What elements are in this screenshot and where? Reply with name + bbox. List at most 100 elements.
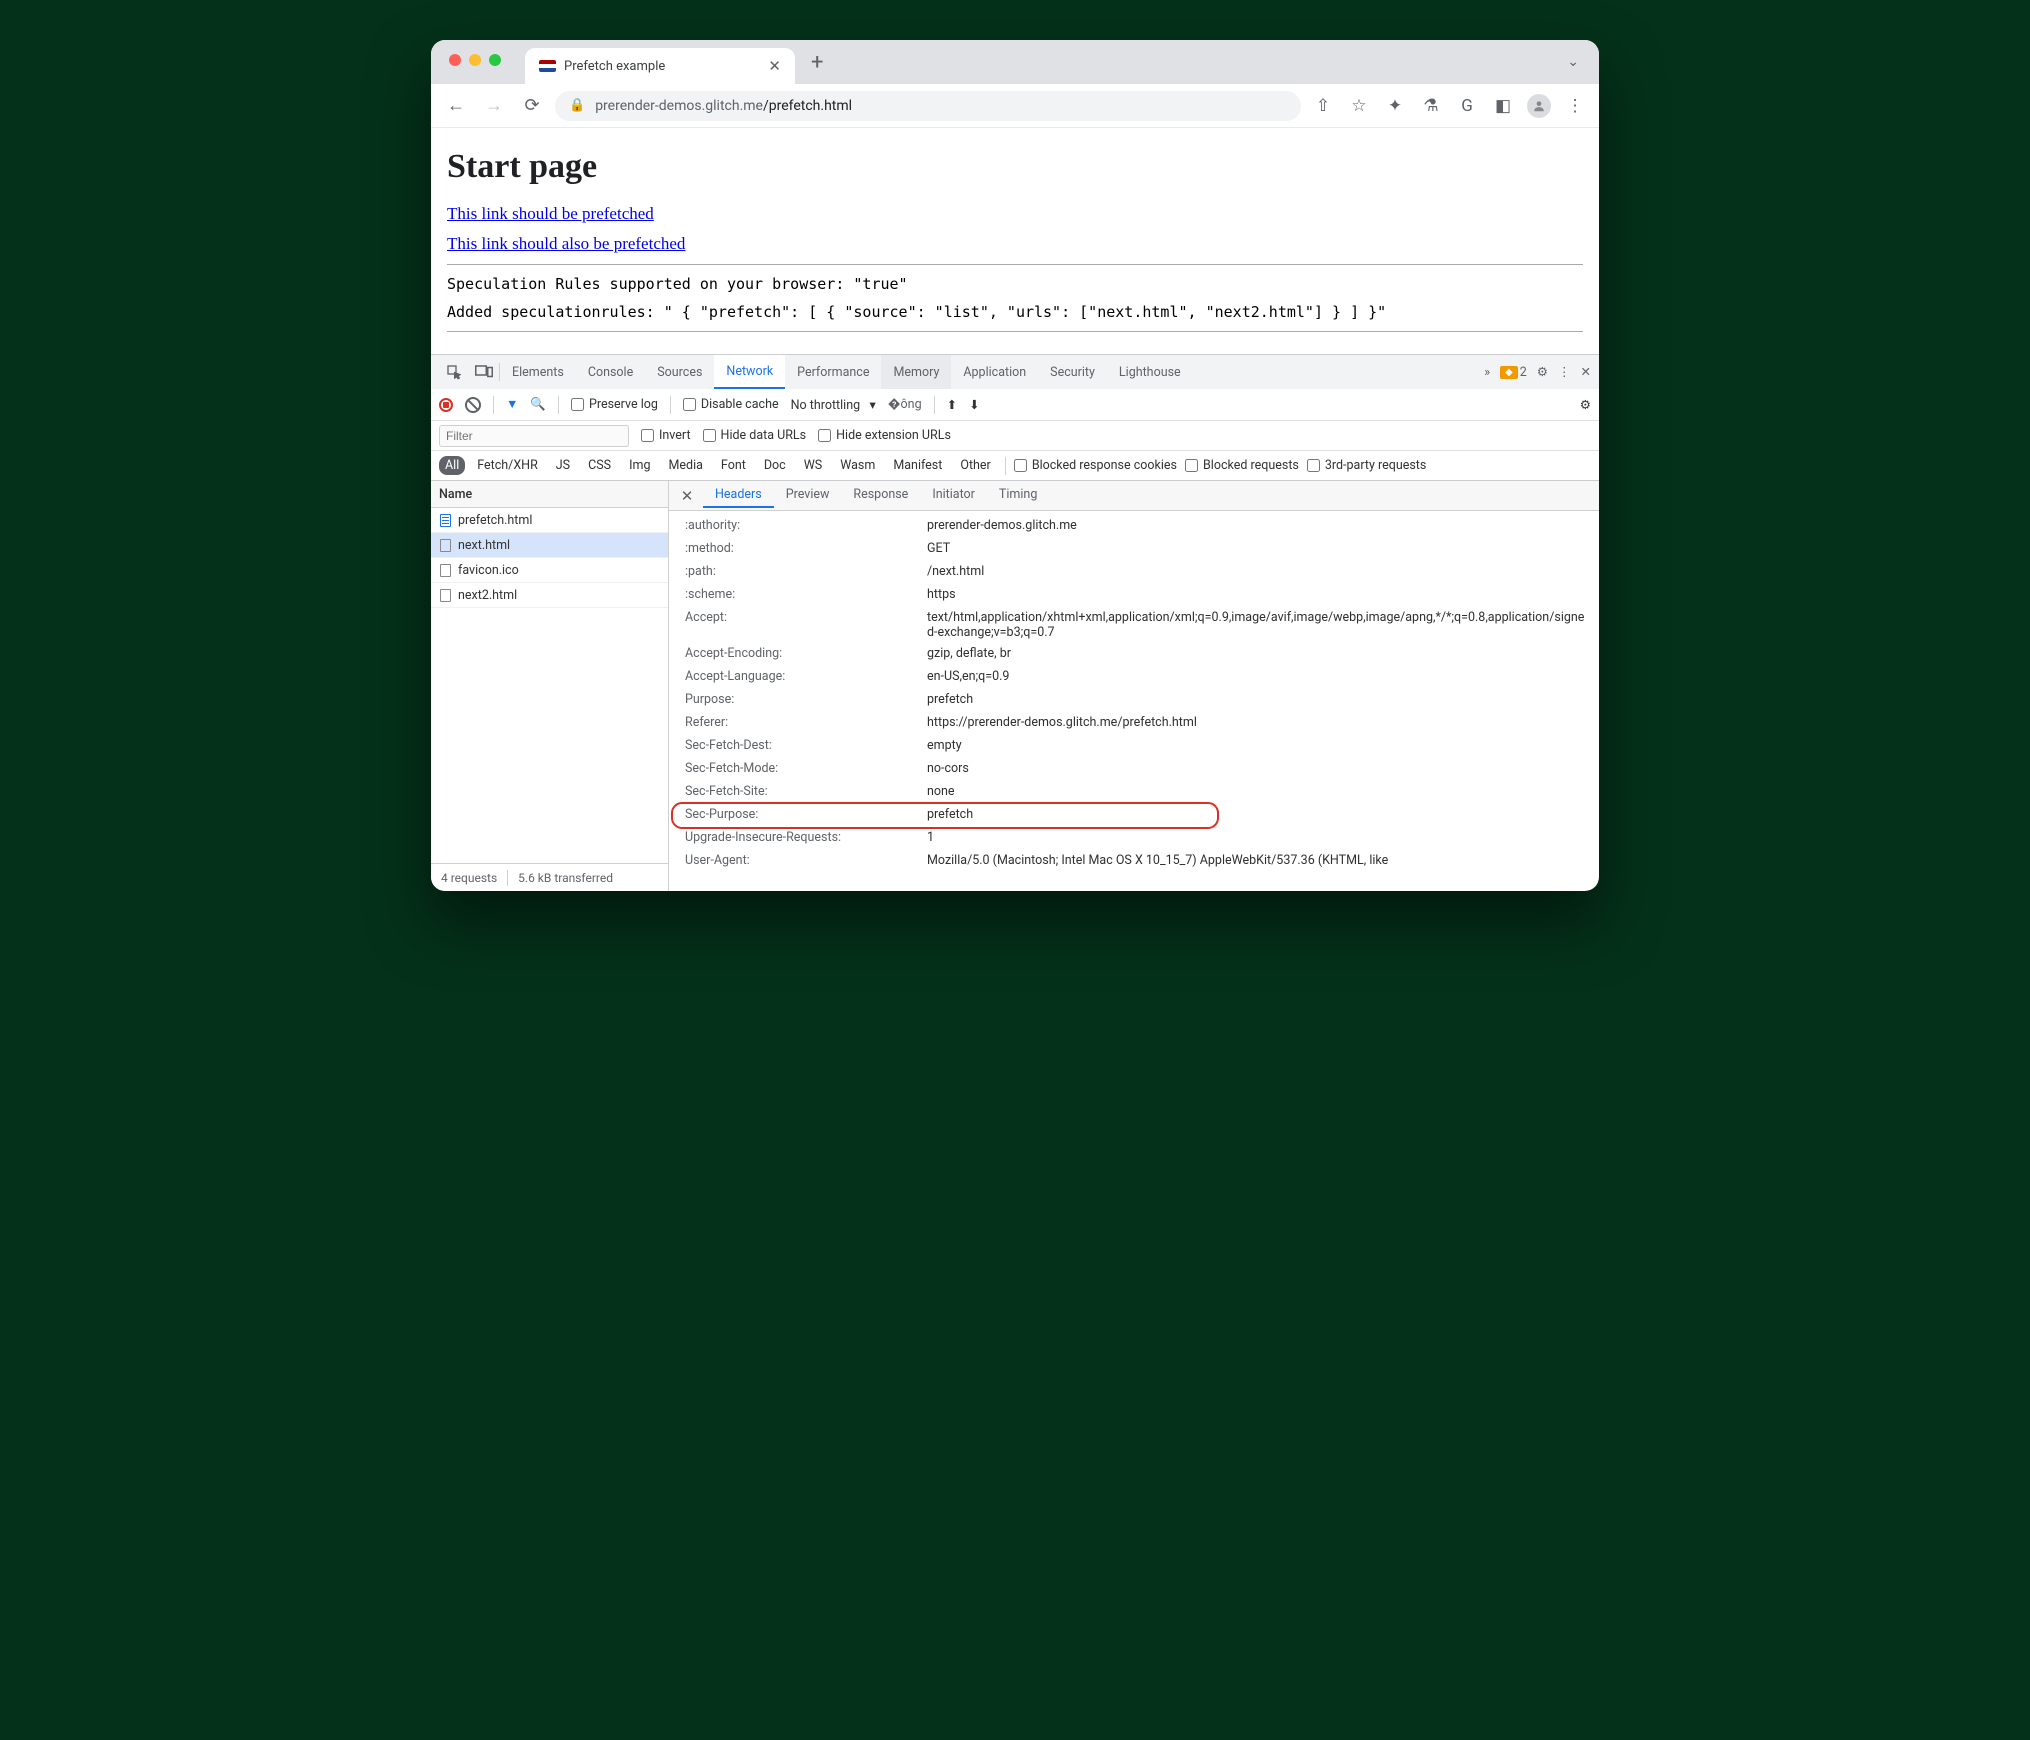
import-har-icon[interactable]: ⬆ <box>947 397 957 413</box>
minimize-window-icon[interactable] <box>469 54 481 66</box>
devtools-tab-sources[interactable]: Sources <box>645 355 714 389</box>
type-filter-media[interactable]: Media <box>662 456 708 475</box>
hide-data-urls-checkbox[interactable]: Hide data URLs <box>703 428 807 443</box>
search-icon[interactable]: 🔍 <box>530 397 546 412</box>
type-filter-fetch-xhr[interactable]: Fetch/XHR <box>471 456 544 475</box>
filter-icon[interactable]: ▼ <box>506 397 518 412</box>
header-row: Upgrade-Insecure-Requests:1 <box>669 827 1599 850</box>
lock-icon: 🔒 <box>569 98 585 113</box>
devtools-menu-icon[interactable]: ⋮ <box>1558 364 1571 380</box>
prefetch-link-1[interactable]: This link should be prefetched <box>447 204 654 223</box>
export-har-icon[interactable]: ⬇ <box>969 397 979 413</box>
header-row: Referer:https://prerender-demos.glitch.m… <box>669 712 1599 735</box>
settings-icon[interactable]: ⚙ <box>1537 364 1548 380</box>
header-row: Accept-Encoding:gzip, deflate, br <box>669 643 1599 666</box>
header-row: :path:/next.html <box>669 561 1599 584</box>
prefetch-link-2[interactable]: This link should also be prefetched <box>447 234 685 253</box>
detail-tab-headers[interactable]: Headers <box>703 483 774 508</box>
devtools-tab-performance[interactable]: Performance <box>785 355 881 389</box>
reload-button[interactable]: ⟳ <box>517 95 547 116</box>
extensions-icon[interactable]: ✦ <box>1381 96 1409 116</box>
google-icon[interactable]: G <box>1453 96 1481 116</box>
hide-extension-urls-checkbox[interactable]: Hide extension URLs <box>818 428 951 443</box>
detail-tab-preview[interactable]: Preview <box>774 483 842 508</box>
type-filter-css[interactable]: CSS <box>582 456 617 475</box>
request-list: Name prefetch.htmlnext.htmlfavicon.icone… <box>431 481 669 891</box>
type-filter-manifest[interactable]: Manifest <box>887 456 948 475</box>
devtools-tab-memory[interactable]: Memory <box>881 355 951 389</box>
devtools-tab-application[interactable]: Application <box>951 355 1038 389</box>
type-filter-doc[interactable]: Doc <box>758 456 792 475</box>
disable-cache-checkbox[interactable]: Disable cache <box>683 397 779 412</box>
type-filter-ws[interactable]: WS <box>798 456 829 475</box>
address-bar[interactable]: 🔒 prerender-demos.glitch.me/prefetch.htm… <box>555 91 1301 121</box>
type-filter-all[interactable]: All <box>439 456 465 475</box>
filter-row: Invert Hide data URLs Hide extension URL… <box>431 421 1599 451</box>
more-tabs-icon[interactable]: » <box>1484 365 1490 380</box>
throttling-select[interactable]: No throttling ▾ <box>791 397 876 413</box>
page-heading: Start page <box>447 148 1583 186</box>
request-row[interactable]: favicon.ico <box>431 558 668 583</box>
forward-button[interactable]: → <box>479 95 509 116</box>
type-filter-img[interactable]: Img <box>623 456 656 475</box>
type-filter-other[interactable]: Other <box>954 456 996 475</box>
browser-tab[interactable]: Prefetch example ✕ <box>525 48 795 84</box>
record-button[interactable] <box>439 398 453 412</box>
back-button[interactable]: ← <box>441 95 471 116</box>
type-filter-js[interactable]: JS <box>550 456 576 475</box>
devtools-panel: ElementsConsoleSourcesNetworkPerformance… <box>431 354 1599 891</box>
detail-tab-timing[interactable]: Timing <box>987 483 1049 508</box>
warning-badge[interactable]: ◆ <box>1500 366 1518 379</box>
detail-tab-response[interactable]: Response <box>841 483 920 508</box>
network-settings-icon[interactable]: ⚙ <box>1580 397 1591 413</box>
blocked-cookies-checkbox[interactable]: Blocked response cookies <box>1014 458 1177 473</box>
tabs-dropdown-icon[interactable]: ⌄ <box>1547 54 1599 70</box>
header-row: :authority:prerender-demos.glitch.me <box>669 515 1599 538</box>
close-window-icon[interactable] <box>449 54 461 66</box>
share-icon[interactable]: ⇧ <box>1309 96 1337 116</box>
close-detail-icon[interactable]: ✕ <box>675 487 699 505</box>
type-filter-font[interactable]: Font <box>715 456 752 475</box>
inspect-icon[interactable] <box>439 364 469 380</box>
maximize-window-icon[interactable] <box>489 54 501 66</box>
network-split-view: Name prefetch.htmlnext.htmlfavicon.icone… <box>431 481 1599 891</box>
devtools-tab-console[interactable]: Console <box>576 355 645 389</box>
new-tab-button[interactable]: + <box>795 50 839 75</box>
bookmark-icon[interactable]: ☆ <box>1345 96 1373 116</box>
header-row: Accept:text/html,application/xhtml+xml,a… <box>669 607 1599 643</box>
devtools-tab-elements[interactable]: Elements <box>500 355 576 389</box>
devtools-tab-lighthouse[interactable]: Lighthouse <box>1107 355 1193 389</box>
devtools-tabs: ElementsConsoleSourcesNetworkPerformance… <box>431 355 1599 389</box>
header-row: Accept-Language:en-US,en;q=0.9 <box>669 666 1599 689</box>
request-count: 4 requests <box>441 871 497 885</box>
menu-icon[interactable]: ⋮ <box>1561 96 1589 116</box>
clear-button[interactable] <box>465 397 481 413</box>
transferred-size: 5.6 kB transferred <box>518 871 613 885</box>
header-row: User-Agent:Mozilla/5.0 (Macintosh; Intel… <box>669 850 1599 873</box>
detail-tab-initiator[interactable]: Initiator <box>920 483 987 508</box>
third-party-checkbox[interactable]: 3rd-party requests <box>1307 458 1426 473</box>
preserve-log-checkbox[interactable]: Preserve log <box>571 397 658 412</box>
network-conditions-icon[interactable]: �ông <box>888 397 922 412</box>
speculation-rules-text: Added speculationrules: " { "prefetch": … <box>447 303 1583 321</box>
devtools-tab-security[interactable]: Security <box>1038 355 1107 389</box>
browser-window: Prefetch example ✕ + ⌄ ← → ⟳ 🔒 prerender… <box>431 40 1599 891</box>
type-filter-row: All Fetch/XHR JS CSS Img Media Font Doc WS Wasm Ma… <box>431 451 1599 481</box>
close-tab-icon[interactable]: ✕ <box>768 57 781 75</box>
request-detail: ✕ HeadersPreviewResponseInitiatorTiming … <box>669 481 1599 891</box>
labs-icon[interactable]: ⚗ <box>1417 96 1445 116</box>
header-row: Purpose:prefetch <box>669 689 1599 712</box>
side-panel-icon[interactable]: ◧ <box>1489 96 1517 116</box>
request-row[interactable]: prefetch.html <box>431 508 668 533</box>
request-row[interactable]: next2.html <box>431 583 668 608</box>
header-row: :method:GET <box>669 538 1599 561</box>
blocked-requests-checkbox[interactable]: Blocked requests <box>1185 458 1299 473</box>
request-row[interactable]: next.html <box>431 533 668 558</box>
close-devtools-icon[interactable]: ✕ <box>1581 364 1591 380</box>
invert-checkbox[interactable]: Invert <box>641 428 691 443</box>
filter-input[interactable] <box>439 425 629 447</box>
devtools-tab-network[interactable]: Network <box>714 355 785 389</box>
type-filter-wasm[interactable]: Wasm <box>834 456 881 475</box>
profile-button[interactable] <box>1525 94 1553 118</box>
device-icon[interactable] <box>469 365 499 379</box>
